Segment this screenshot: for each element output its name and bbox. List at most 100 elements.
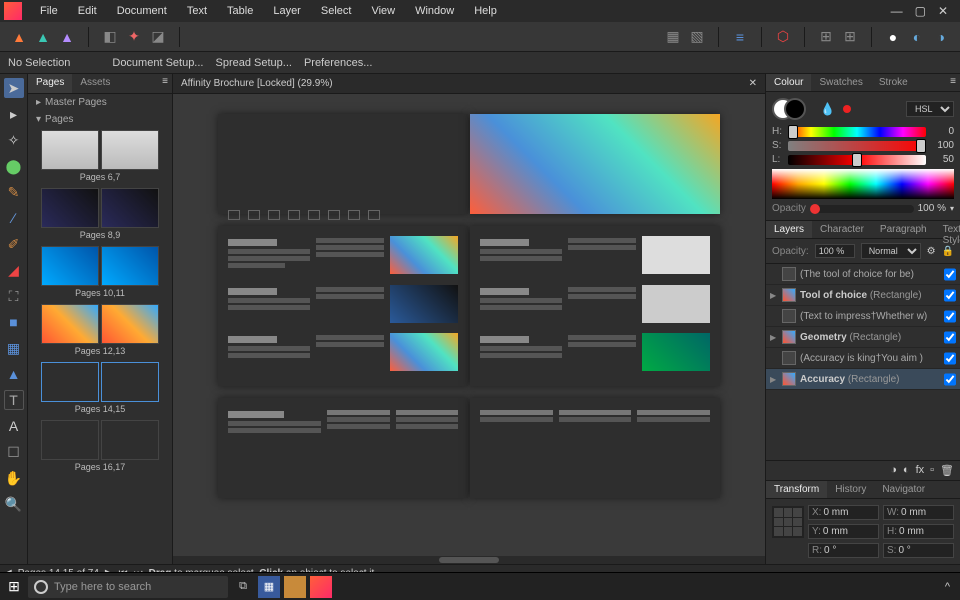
s-field[interactable]: S:0 °: [883, 543, 954, 558]
layer-visible-checkbox[interactable]: [944, 289, 956, 302]
character-tab[interactable]: Character: [812, 221, 872, 238]
brush-tool[interactable]: ∕: [4, 208, 24, 228]
assets-tab[interactable]: Assets: [72, 74, 118, 93]
layer-row[interactable]: ▶Accuracy (Rectangle): [766, 369, 960, 390]
menu-edit[interactable]: Edit: [68, 3, 107, 19]
toolbar-icon[interactable]: ◧: [99, 26, 121, 48]
menu-table[interactable]: Table: [217, 3, 263, 19]
colour-tab[interactable]: Colour: [766, 74, 811, 91]
maximize-button[interactable]: ▢: [915, 4, 926, 18]
layer-row[interactable]: ▶Tool of choice (Rectangle): [766, 285, 960, 306]
horizontal-scrollbar[interactable]: [173, 556, 765, 564]
layer-row[interactable]: (Accuracy is king†You aim ): [766, 348, 960, 369]
minimize-button[interactable]: —: [891, 4, 903, 18]
h-field[interactable]: H:0 mm: [883, 524, 954, 539]
paint-tool[interactable]: ✐: [4, 234, 24, 254]
art-text-tool[interactable]: T: [4, 390, 24, 410]
x-field[interactable]: X:0 mm: [808, 505, 879, 520]
luminosity-slider[interactable]: [788, 155, 926, 165]
persona-publisher-icon[interactable]: ▲: [8, 26, 30, 48]
preferences-button[interactable]: Preferences...: [304, 57, 372, 69]
swatches-tab[interactable]: Swatches: [811, 74, 870, 91]
rectangle-tool[interactable]: ■: [4, 312, 24, 332]
text-styles-tab[interactable]: Text Styles: [935, 221, 960, 238]
y-field[interactable]: Y:0 mm: [808, 524, 879, 539]
menu-window[interactable]: Window: [405, 3, 464, 19]
layer-visible-checkbox[interactable]: [944, 331, 956, 344]
layer-lock-icon[interactable]: 🔒: [942, 246, 954, 257]
layer-opacity-input[interactable]: [815, 244, 855, 258]
spread-setup-button[interactable]: Spread Setup...: [215, 57, 291, 69]
layer-row[interactable]: (The tool of choice for be): [766, 264, 960, 285]
master-pages-header[interactable]: ▸ Master Pages: [28, 94, 172, 111]
crop-tool[interactable]: ⛶: [4, 286, 24, 306]
layer-row[interactable]: ▶Geometry (Rectangle): [766, 327, 960, 348]
page-thumb[interactable]: Pages 16,17: [34, 420, 166, 472]
boolean-intersect-icon[interactable]: ◑: [930, 26, 952, 48]
move-tool[interactable]: ➤: [4, 78, 24, 98]
history-tab[interactable]: History: [827, 481, 874, 498]
w-field[interactable]: W:0 mm: [883, 505, 954, 520]
taskbar-app-icon[interactable]: ▦: [258, 576, 280, 598]
toolbar-icon[interactable]: ▧: [686, 26, 708, 48]
persona-photo-icon[interactable]: ▲: [56, 26, 78, 48]
layer-visible-checkbox[interactable]: [944, 268, 956, 281]
menu-document[interactable]: Document: [107, 3, 177, 19]
r-field[interactable]: R:0 °: [808, 543, 879, 558]
opacity-slider[interactable]: [810, 205, 914, 213]
layer-visible-checkbox[interactable]: [944, 373, 956, 386]
toolbar-icon[interactable]: ◪: [147, 26, 169, 48]
page-thumb[interactable]: Pages 8,9: [34, 188, 166, 240]
menu-file[interactable]: File: [30, 3, 68, 19]
layer-row[interactable]: (Text to impress†Whether w): [766, 306, 960, 327]
taskbar-explorer-icon[interactable]: [284, 576, 306, 598]
start-button[interactable]: ⊞: [4, 577, 24, 597]
layer-visible-checkbox[interactable]: [944, 352, 956, 365]
task-view-button[interactable]: ⧉: [232, 576, 254, 598]
menu-text[interactable]: Text: [177, 3, 217, 19]
add-layer-icon[interactable]: ▫: [930, 464, 934, 477]
snap-icon[interactable]: ⬡: [772, 26, 794, 48]
stroke-tab[interactable]: Stroke: [871, 74, 916, 91]
page-thumb[interactable]: Pages 12,13: [34, 304, 166, 356]
menu-view[interactable]: View: [361, 3, 405, 19]
menu-layer[interactable]: Layer: [263, 3, 311, 19]
node-tool[interactable]: ▸: [4, 104, 24, 124]
menu-select[interactable]: Select: [311, 3, 362, 19]
transform-tab[interactable]: Transform: [766, 481, 827, 498]
layers-tab[interactable]: Layers: [766, 221, 812, 238]
layer-fx-icon[interactable]: fx: [916, 464, 925, 477]
boolean-add-icon[interactable]: ●: [882, 26, 904, 48]
toolbar-icon[interactable]: ▦: [662, 26, 684, 48]
toolbar-icon[interactable]: ⊞: [815, 26, 837, 48]
persona-designer-icon[interactable]: ▲: [32, 26, 54, 48]
eyedropper-icon[interactable]: 💧: [820, 102, 835, 116]
hue-slider[interactable]: [788, 127, 926, 137]
layer-adjust-icon[interactable]: ◐: [903, 464, 910, 477]
taskbar-search[interactable]: Type here to search: [28, 576, 228, 598]
table-tool[interactable]: ▦: [4, 338, 24, 358]
paragraph-tab[interactable]: Paragraph: [872, 221, 935, 238]
color-spectrum[interactable]: [772, 169, 954, 199]
blend-mode-select[interactable]: Normal: [861, 243, 921, 259]
close-document-icon[interactable]: ✕: [749, 78, 757, 89]
color-mode-select[interactable]: HSL: [906, 101, 954, 117]
page-thumb[interactable]: Pages 6,7: [34, 130, 166, 182]
menu-help[interactable]: Help: [464, 3, 507, 19]
page-thumb[interactable]: Pages 10,11: [34, 246, 166, 298]
pages-tab[interactable]: Pages: [28, 74, 72, 93]
frame-text-tool[interactable]: A: [4, 416, 24, 436]
layer-mask-icon[interactable]: ◑: [890, 464, 897, 477]
zoom-tool[interactable]: 🔍: [4, 494, 24, 514]
stroke-swatch[interactable]: [784, 98, 806, 120]
align-icon[interactable]: ≡: [729, 26, 751, 48]
document-tab[interactable]: Affinity Brochure [Locked] (29.9%) ✕: [173, 74, 765, 94]
boolean-subtract-icon[interactable]: ◐: [906, 26, 928, 48]
toolbar-icon[interactable]: ✦: [123, 26, 145, 48]
color-picker-tool[interactable]: ⬤: [4, 156, 24, 176]
frame-tool-2[interactable]: ☐: [4, 442, 24, 462]
taskbar-publisher-icon[interactable]: [310, 576, 332, 598]
pan-tool[interactable]: ✋: [4, 468, 24, 488]
toolbar-icon[interactable]: ⊞: [839, 26, 861, 48]
canvas[interactable]: [173, 94, 765, 564]
